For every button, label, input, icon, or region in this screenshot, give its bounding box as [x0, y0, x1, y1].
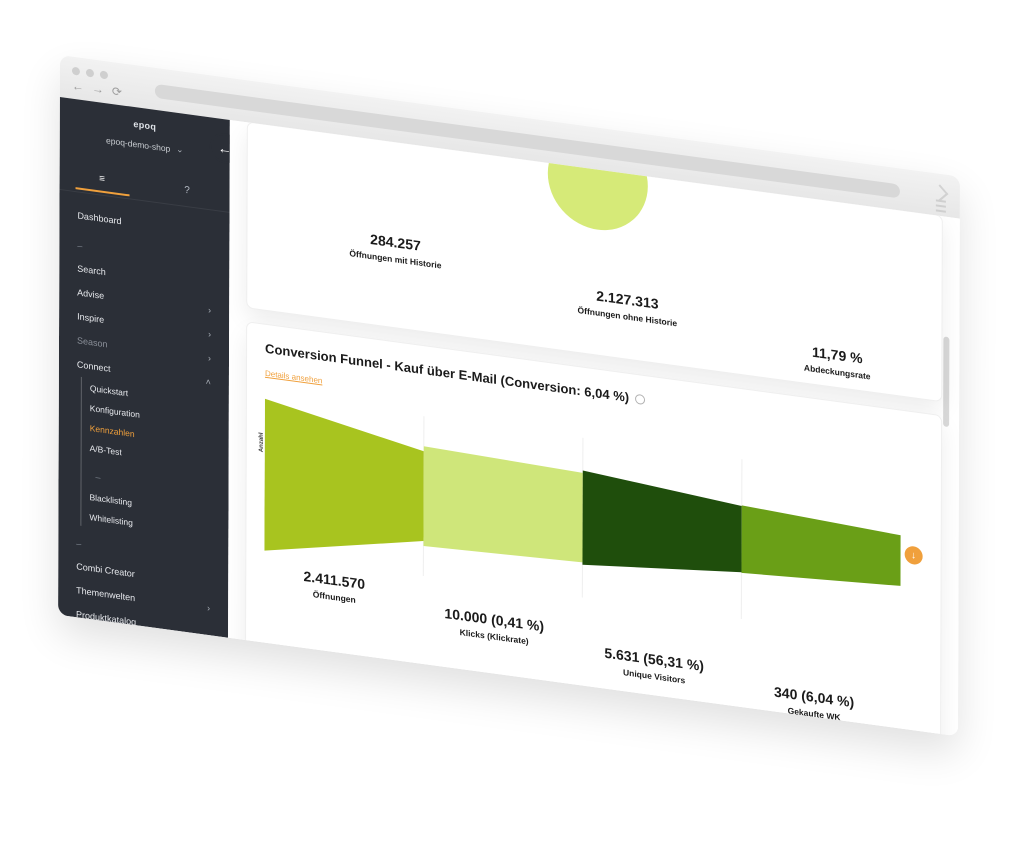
tab-menu[interactable]: ≡ — [67, 162, 137, 196]
sidebar-item-label: Whitelisting — [89, 511, 133, 528]
chevron-up-icon: ˄ — [205, 376, 211, 388]
funnel-segment-clicks — [423, 446, 583, 563]
sidebar-submenu-connect: Quickstart Konfiguration Kennzahlen A/B-… — [80, 376, 217, 545]
sidebar-item-label: Advise — [77, 287, 105, 301]
sidebar-item-label: Services — [75, 686, 111, 701]
menu-lines-icon: ≡ — [99, 172, 106, 185]
sidebar-section-divider: ─ — [75, 642, 82, 650]
y-axis-label: Anzahl — [258, 432, 265, 453]
sidebar-item-label: Combi Creator — [76, 561, 135, 580]
stat-openings-without-history: 2.127.313 Öffnungen ohne Historie — [537, 280, 717, 334]
sidebar: epoq epoq-demo-shop⌄ ← ≡ ? Dashboard ─ — [58, 96, 240, 701]
window-control-dot[interactable] — [71, 66, 80, 76]
sidebar-item-label: A/B-Test — [89, 443, 122, 458]
sidebar-item-label: Season — [76, 335, 108, 350]
sidebar-item-label: Themenwelten — [76, 585, 136, 604]
funnel-segment-unique-visitors — [582, 470, 742, 573]
sidebar-item-label: Benutzer — [75, 662, 112, 678]
main-content: 284.257 Öffnungen mit Historie 2.127.313… — [228, 119, 960, 737]
chevron-right-icon: › — [208, 329, 212, 340]
stage: ← → ⟳ epoq epoq-demo-shop ⌄ ← ≡ ? Dashbo… — [0, 0, 1020, 845]
expand-icon[interactable] — [931, 184, 949, 202]
sidebar-menu: Dashboard ─ Search Advise › Inspire › Se… — [58, 201, 229, 724]
tab-help[interactable]: ? — [152, 174, 222, 208]
stat-coverage-rate: 11,79 % Abdeckungsrate — [757, 336, 917, 388]
funnel-label-unique-visitors: 5.631 (56,31 %) Unique Visitors — [574, 640, 734, 692]
sidebar-item-benutzer[interactable]: Benutzer — [70, 654, 216, 698]
browser-window: ← → ⟳ epoq epoq-demo-shop ⌄ ← ≡ ? Dashbo… — [58, 55, 960, 737]
window-controls — [71, 66, 108, 80]
sidebar-item-label: Blacklisting — [89, 491, 133, 508]
chevron-right-icon: › — [207, 602, 211, 614]
sidebar-item-services[interactable]: Services — [70, 678, 216, 722]
funnel-label-clicks: 10.000 (0,41 %) Klicks (Klickrate) — [414, 601, 574, 653]
sidebar-item-label: Produktkatalog — [76, 609, 137, 628]
sidebar-item-label: Search — [77, 263, 106, 278]
download-button[interactable]: ↓ — [904, 545, 923, 566]
shop-name: epoq-demo-shop — [106, 135, 171, 154]
sidebar-item-label: Connect — [76, 359, 111, 374]
help-icon: ? — [184, 184, 190, 197]
info-icon[interactable] — [635, 393, 646, 406]
forward-icon[interactable]: → — [92, 81, 104, 97]
scrollbar[interactable] — [943, 336, 950, 428]
back-icon[interactable]: ← — [72, 79, 84, 95]
menu-icon[interactable] — [935, 199, 946, 213]
funnel-label-purchases: 340 (6,04 %) Gekaufte WK — [734, 678, 894, 730]
sidebar-item-label: Quickstart — [89, 383, 129, 399]
sidebar-item-label: Inspire — [77, 311, 105, 325]
funnel-segment-openings — [264, 398, 424, 551]
chevron-right-icon: › — [208, 305, 212, 316]
window-control-dot[interactable] — [85, 68, 94, 78]
refresh-icon[interactable]: ⟳ — [112, 84, 122, 99]
details-link[interactable]: Details ansehen — [265, 369, 322, 386]
download-icon: ↓ — [911, 549, 917, 562]
sidebar-item-label: Dashboard — [77, 210, 122, 227]
sidebar-item-label: Kennzahlen — [89, 423, 135, 440]
chevron-right-icon: › — [207, 353, 212, 364]
sidebar-item-label: Konfiguration — [89, 403, 140, 420]
funnel-segment-purchases — [741, 505, 901, 586]
chevron-down-icon: ⌄ — [176, 143, 184, 155]
browser-nav: ← → ⟳ — [72, 79, 122, 100]
window-control-dot[interactable] — [99, 70, 108, 80]
stat-openings-with-history: 284.257 Öffnungen mit Historie — [315, 224, 475, 276]
